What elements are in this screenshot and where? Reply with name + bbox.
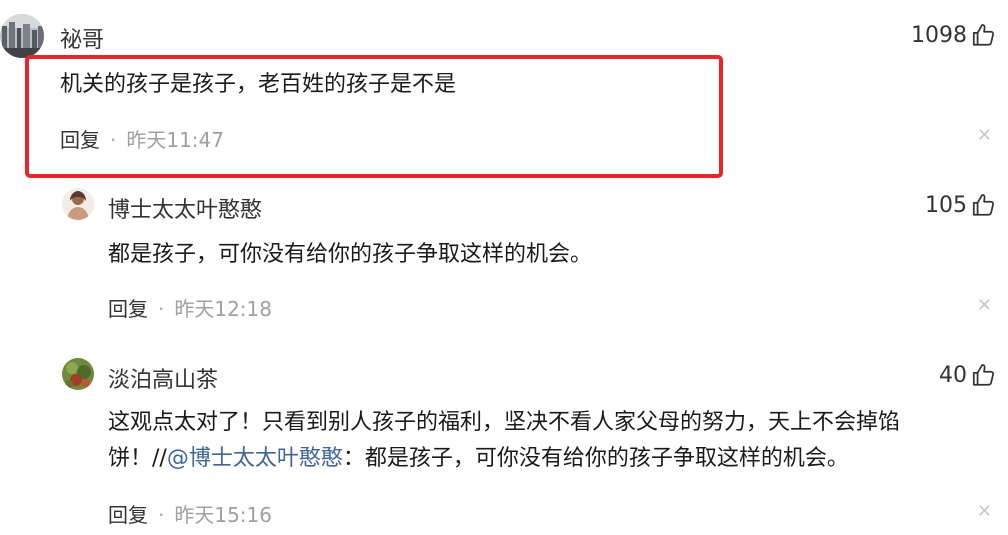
separator-dot: · [158, 503, 165, 527]
comment-text-line: 饼！//@博士太太叶憨憨：都是孩子，可你没有给你的孩子争取这样的机会。 [108, 441, 988, 477]
avatar-image [62, 358, 94, 390]
avatar[interactable] [0, 14, 44, 58]
like-count: 105 [925, 192, 967, 218]
like-button[interactable]: 105 [925, 192, 996, 218]
avatar[interactable] [62, 358, 94, 390]
timestamp: 昨天12:18 [174, 297, 272, 321]
close-icon[interactable]: ✕ [977, 503, 992, 521]
thumbs-up-icon [972, 194, 994, 216]
like-button[interactable]: 1098 [911, 22, 996, 48]
like-button[interactable]: 40 [939, 362, 996, 388]
timestamp: 昨天15:16 [174, 503, 272, 527]
close-icon[interactable]: ✕ [977, 297, 992, 315]
avatar-image [62, 188, 94, 220]
avatar[interactable] [62, 188, 94, 220]
thumbs-up-icon [972, 24, 994, 46]
reply-button[interactable]: 回复 [108, 503, 148, 527]
username[interactable]: 祕哥 [60, 22, 104, 54]
reply-item: 淡泊高山茶 40 这观点太对了！只看到别人孩子的福利，坚决不看人家父母的努力，天… [0, 350, 1008, 535]
reply-button[interactable]: 回复 [108, 297, 148, 321]
like-count: 1098 [911, 22, 967, 48]
comment-text-suffix: ：都是孩子，可你没有给你的孩子争取这样的机会。 [342, 446, 849, 471]
avatar-image [0, 14, 44, 58]
username[interactable]: 淡泊高山茶 [108, 362, 218, 394]
highlight-annotation-box [25, 55, 723, 178]
like-count: 40 [939, 362, 967, 388]
comment-text: 都是孩子，可你没有给你的孩子争取这样的机会。 [108, 242, 593, 267]
reply-item: 博士太太叶憨憨 105 都是孩子，可你没有给你的孩子争取这样的机会。 回复 · 昨天… [0, 180, 1008, 350]
comment-text: 这观点太对了！只看到别人孩子的福利，坚决不看人家父母的努力，天上不会掉馅 饼！/… [108, 405, 988, 477]
username[interactable]: 博士太太叶憨憨 [108, 192, 262, 224]
thumbs-up-icon [972, 364, 994, 386]
close-icon[interactable]: ✕ [977, 127, 992, 145]
comment-meta: 回复 · 昨天12:18 [108, 293, 272, 322]
mention-link[interactable]: @博士太太叶憨憨 [167, 446, 343, 471]
separator-dot: · [158, 297, 165, 321]
comment-text-prefix: 饼！// [108, 446, 167, 471]
comment-meta: 回复 · 昨天15:16 [108, 499, 272, 528]
comment-text-line: 这观点太对了！只看到别人孩子的福利，坚决不看人家父母的努力，天上不会掉馅 [108, 410, 901, 435]
